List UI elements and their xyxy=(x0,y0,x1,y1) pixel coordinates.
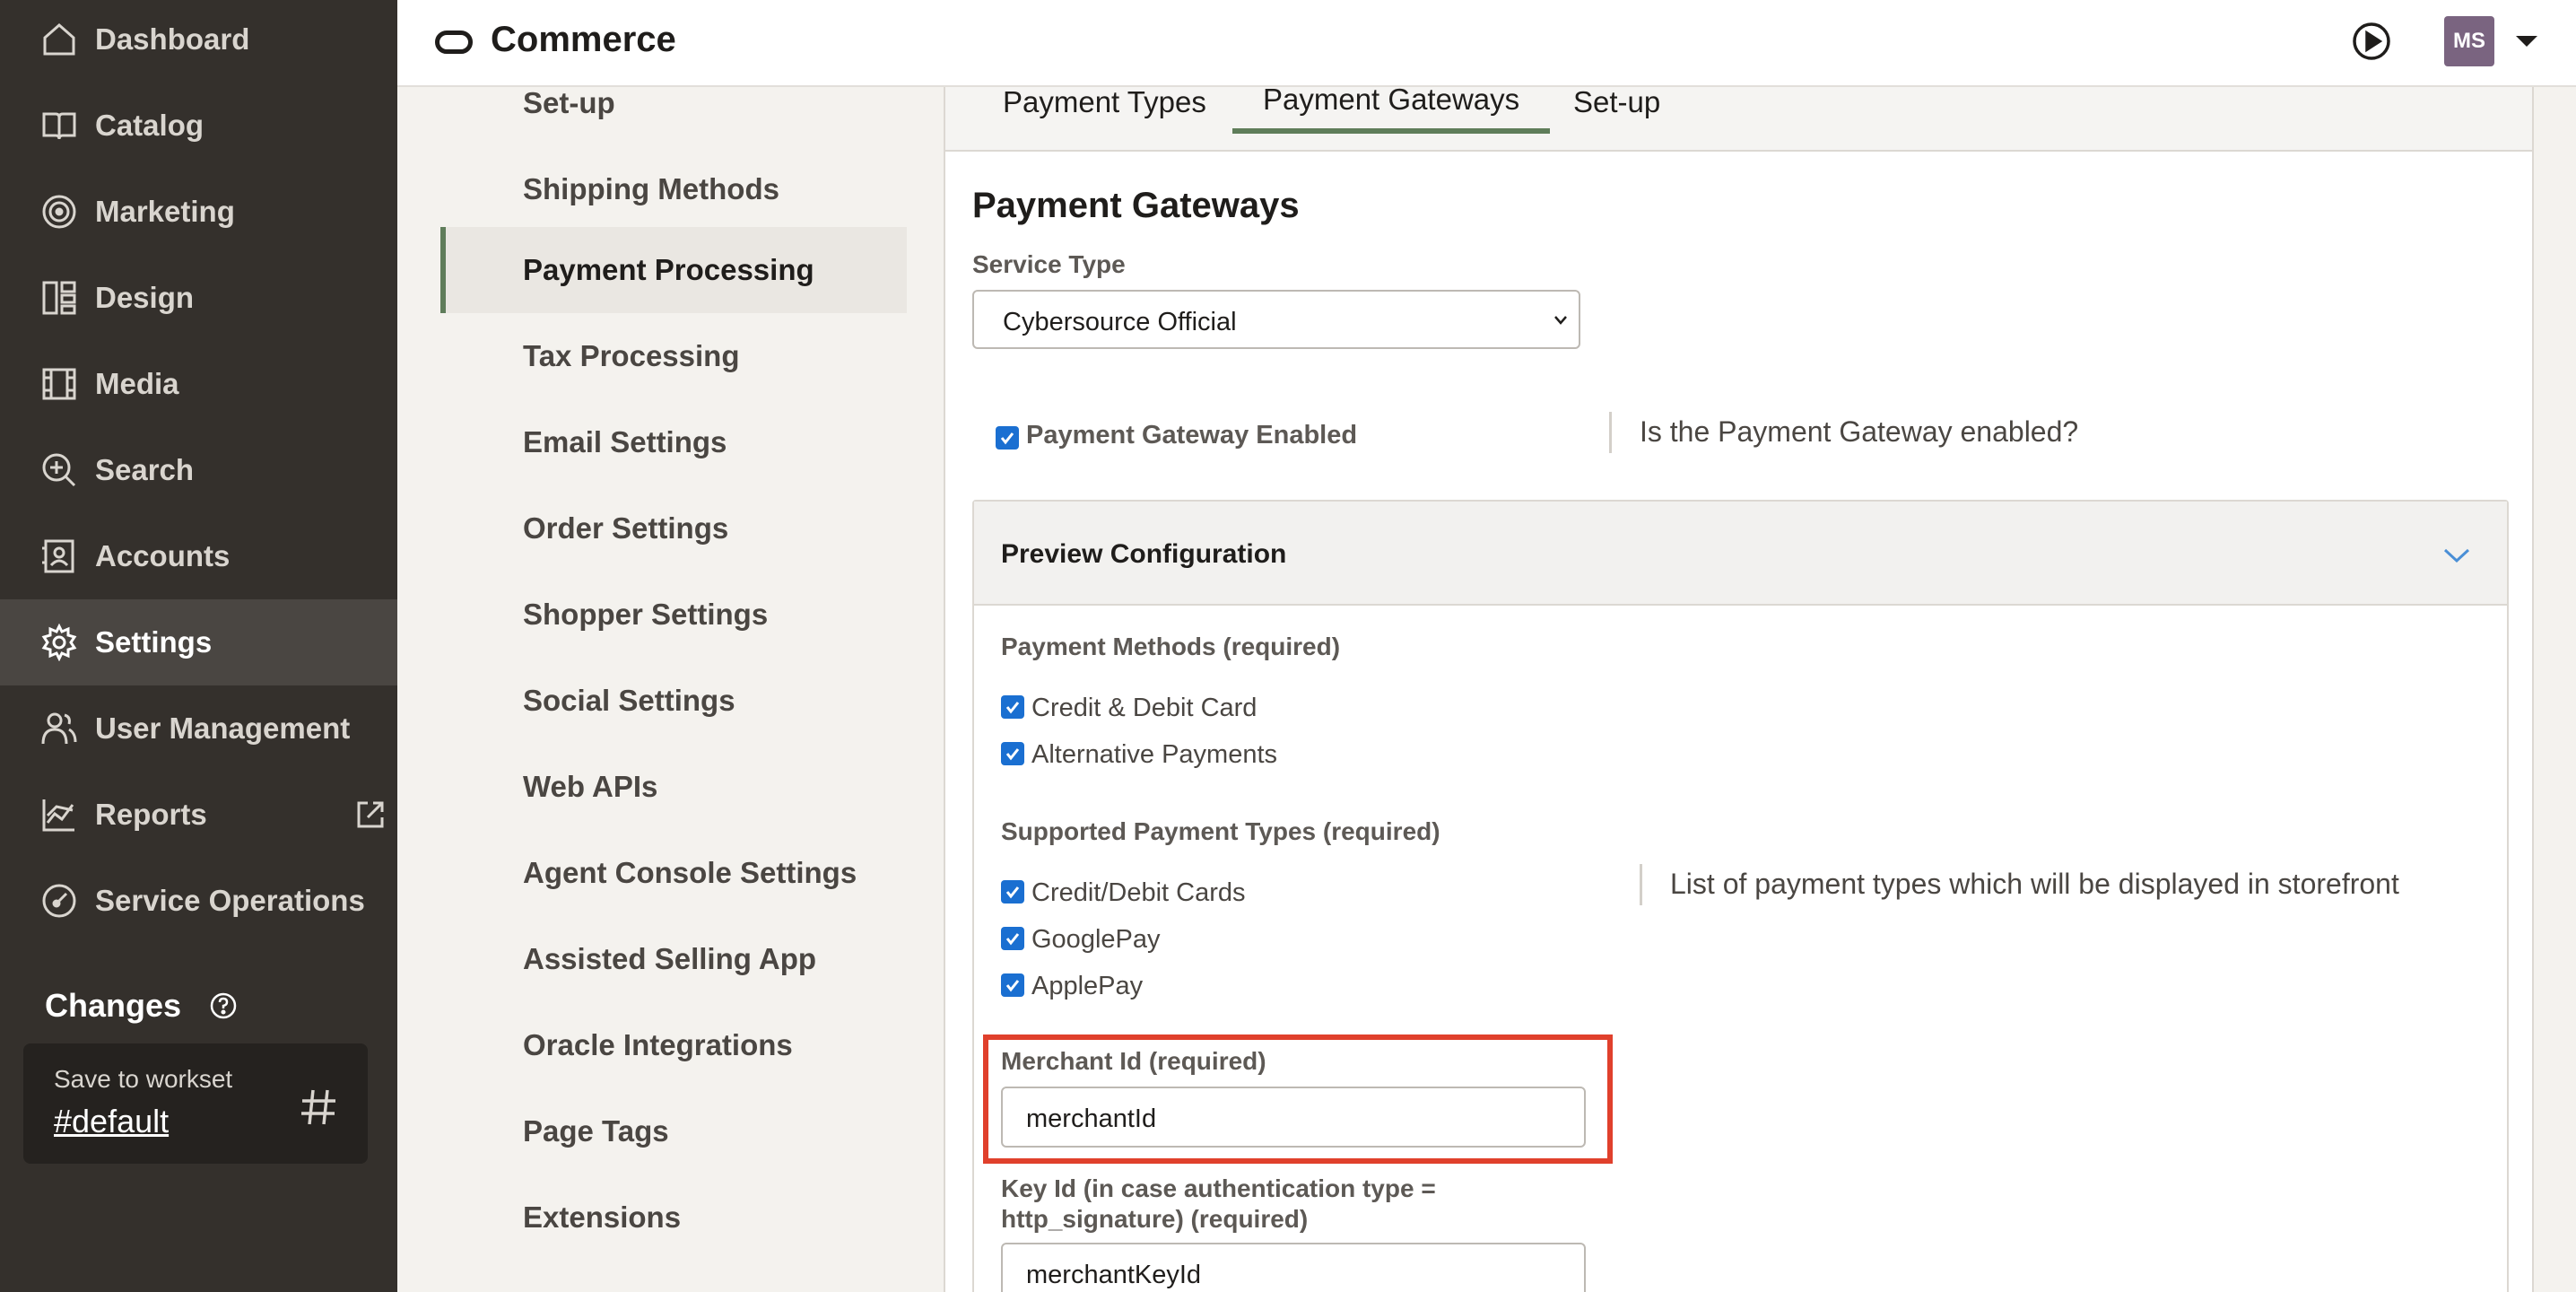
checkbox-alternative-payments[interactable] xyxy=(1001,742,1024,765)
subnav-item-tax-processing[interactable]: Tax Processing xyxy=(440,313,907,399)
checkbox-label: ApplePay xyxy=(1031,972,1144,1000)
external-link-icon xyxy=(355,799,386,830)
sidebar-item-settings[interactable]: Settings xyxy=(0,599,397,685)
settings-subnav: Set-up Shipping Methods Payment Processi… xyxy=(397,86,944,1292)
sidebar-item-label: Accounts xyxy=(95,539,231,572)
service-type-value: Cybersource Official xyxy=(1003,308,1237,336)
sidebar-item-marketing[interactable]: Marketing xyxy=(0,169,397,255)
key-id-label-line1: Key Id (in case authentication type = xyxy=(1001,1174,1436,1202)
checkbox-label: Credit & Debit Card xyxy=(1031,694,1258,722)
subnav-item-payment-processing[interactable]: Payment Processing xyxy=(440,227,907,313)
sidebar-item-label: User Management xyxy=(95,711,351,745)
sidebar-item-label: Catalog xyxy=(95,109,205,142)
users-icon xyxy=(39,709,79,748)
sidebar-item-dashboard[interactable]: Dashboard xyxy=(0,0,397,83)
subnav-item-web-apis[interactable]: Web APIs xyxy=(440,744,907,830)
main-sidebar: Dashboard Catalog Marketing Design Media… xyxy=(0,0,397,1292)
checkbox-label: GooglePay xyxy=(1031,925,1161,954)
workset-caption: Save to workset xyxy=(54,1065,233,1093)
oracle-logo-icon xyxy=(435,31,473,54)
sidebar-item-search[interactable]: Search xyxy=(0,427,397,513)
checkbox-applepay[interactable] xyxy=(1001,973,1024,997)
gateway-enabled-help: Is the Payment Gateway enabled? xyxy=(1640,415,2079,448)
gateway-enabled-checkbox[interactable] xyxy=(996,426,1019,450)
supported-types-help: List of payment types which will be disp… xyxy=(1670,868,2399,900)
subnav-item-email-settings[interactable]: Email Settings xyxy=(440,399,907,485)
tab-payment-types[interactable]: Payment Types xyxy=(1003,71,1206,134)
subnav-item-page-tags[interactable]: Page Tags xyxy=(440,1088,907,1174)
chevron-down-icon[interactable] xyxy=(2514,32,2539,50)
chevron-down-icon xyxy=(1552,313,1570,327)
help-icon[interactable] xyxy=(210,992,237,1019)
layout-icon xyxy=(39,278,79,318)
tab-setup[interactable]: Set-up xyxy=(1573,71,1660,134)
checkbox-googlepay[interactable] xyxy=(1001,927,1024,950)
divider xyxy=(1609,412,1612,453)
avatar[interactable]: MS xyxy=(2444,16,2494,66)
sidebar-item-label: Design xyxy=(95,281,195,314)
payment-methods-label: Payment Methods (required) xyxy=(1001,633,1341,660)
merchant-id-input[interactable]: merchantId xyxy=(1001,1087,1586,1148)
subnav-item-agent-console-settings[interactable]: Agent Console Settings xyxy=(440,830,907,916)
tab-payment-gateways[interactable]: Payment Gateways xyxy=(1232,71,1551,134)
chevron-down-icon[interactable] xyxy=(2441,546,2472,564)
gateway-enabled-label: Payment Gateway Enabled xyxy=(1026,421,1358,450)
sidebar-item-label: Dashboard xyxy=(95,22,250,56)
workset-link[interactable]: #default xyxy=(54,1103,169,1140)
sidebar-item-label: Settings xyxy=(95,625,213,659)
subnav-item-assisted-selling-app[interactable]: Assisted Selling App xyxy=(440,916,907,1002)
subnav-item-order-settings[interactable]: Order Settings xyxy=(440,485,907,572)
sidebar-item-catalog[interactable]: Catalog xyxy=(0,83,397,169)
gauge-icon xyxy=(39,881,79,921)
checkbox-label: Credit/Debit Cards xyxy=(1031,878,1246,907)
search-icon xyxy=(39,450,79,490)
sidebar-item-user-management[interactable]: User Management xyxy=(0,685,397,772)
checkbox-credit-debit-cards[interactable] xyxy=(1001,880,1024,904)
subnav-item-extensions[interactable]: Extensions xyxy=(440,1174,907,1261)
main-panel: Payment Types Payment Gateways Set-up Pa… xyxy=(944,83,2534,1292)
sidebar-item-label: Media xyxy=(95,367,179,400)
subnav-item-social-settings[interactable]: Social Settings xyxy=(440,658,907,744)
film-icon xyxy=(39,364,79,404)
service-type-select[interactable]: Cybersource Official xyxy=(972,290,1580,349)
sidebar-item-label: Service Operations xyxy=(95,884,365,917)
subnav-item-shopper-settings[interactable]: Shopper Settings xyxy=(440,572,907,658)
tab-bar: Payment Types Payment Gateways Set-up xyxy=(945,83,2532,152)
checkbox-credit-debit-card[interactable] xyxy=(1001,695,1024,719)
sidebar-item-service-operations[interactable]: Service Operations xyxy=(0,858,397,944)
key-id-label-line2: http_signature) (required) xyxy=(1001,1205,1309,1233)
changes-title: Changes xyxy=(45,987,182,1024)
divider xyxy=(1640,864,1642,905)
sidebar-item-accounts[interactable]: Accounts xyxy=(0,513,397,599)
key-id-input[interactable]: merchantKeyId xyxy=(1001,1243,1586,1292)
workset-panel[interactable]: Save to workset #default xyxy=(23,1043,368,1164)
subnav-item-shipping-methods[interactable]: Shipping Methods xyxy=(440,146,907,232)
sidebar-item-media[interactable]: Media xyxy=(0,341,397,427)
sidebar-item-reports[interactable]: Reports xyxy=(0,772,397,858)
sidebar-item-design[interactable]: Design xyxy=(0,255,397,341)
checkbox-label: Alternative Payments xyxy=(1031,740,1278,769)
hash-icon[interactable] xyxy=(298,1087,339,1128)
contact-book-icon xyxy=(39,537,79,576)
target-icon xyxy=(39,192,79,231)
merchant-id-value: merchantId xyxy=(1026,1104,1157,1133)
page-title: Payment Gateways xyxy=(972,186,1300,225)
subnav-item-setup[interactable]: Set-up xyxy=(440,60,907,146)
supported-types-label: Supported Payment Types (required) xyxy=(1001,817,1440,845)
gear-icon xyxy=(39,623,79,662)
subnav-item-oracle-integrations[interactable]: Oracle Integrations xyxy=(440,1002,907,1088)
book-icon xyxy=(39,106,79,145)
accordion-header[interactable]: Preview Configuration xyxy=(974,502,2507,606)
home-icon xyxy=(39,20,79,59)
service-type-label: Service Type xyxy=(972,250,1126,278)
sidebar-item-label: Search xyxy=(95,453,195,486)
sidebar-item-label: Reports xyxy=(95,798,207,831)
merchant-id-label: Merchant Id (required) xyxy=(1001,1047,1266,1075)
key-id-value: merchantKeyId xyxy=(1026,1261,1202,1289)
app-title: Commerce xyxy=(491,20,676,59)
accordion-title: Preview Configuration xyxy=(1001,539,1287,569)
play-icon[interactable] xyxy=(2351,21,2392,62)
chart-icon xyxy=(39,795,79,834)
sidebar-item-label: Marketing xyxy=(95,195,235,228)
